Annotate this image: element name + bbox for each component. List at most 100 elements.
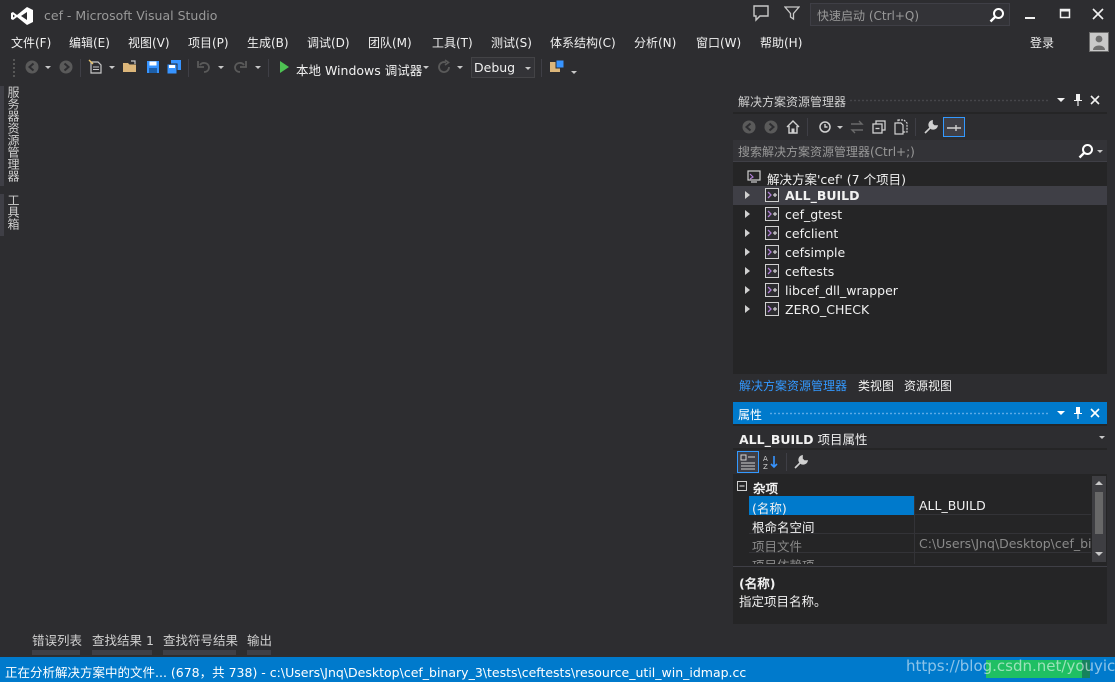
- tree-item-zero-check[interactable]: ZERO_CHECK: [733, 300, 1107, 319]
- property-row-project-file[interactable]: 项目文件 C:\Users\Jnq\Desktop\cef_bin: [749, 534, 1091, 554]
- menu-file[interactable]: 文件(F): [11, 34, 51, 51]
- menu-help[interactable]: 帮助(H): [760, 34, 802, 51]
- column-splitter[interactable]: [914, 496, 915, 515]
- tree-item-all-build[interactable]: ALL_BUILD: [733, 186, 1107, 205]
- filter-dropdown-arrow[interactable]: [837, 126, 843, 129]
- window-position-dropdown-icon[interactable]: [1057, 411, 1065, 415]
- property-value[interactable]: C:\Users\Jnq\Desktop\cef_bin: [919, 536, 1091, 551]
- account-avatar-icon[interactable]: [1089, 32, 1109, 52]
- menu-debug[interactable]: 调试(D): [307, 34, 350, 51]
- menu-tools[interactable]: 工具(T): [432, 34, 473, 51]
- expand-arrow-icon[interactable]: [745, 267, 750, 275]
- property-value[interactable]: ALL_BUILD: [919, 498, 1091, 513]
- menu-build[interactable]: 生成(B): [247, 34, 289, 51]
- minimize-button[interactable]: [1019, 4, 1041, 24]
- refresh-icon[interactable]: [436, 59, 452, 75]
- pin-icon[interactable]: [1071, 406, 1085, 420]
- forward-icon[interactable]: [763, 119, 779, 135]
- back-dropdown-arrow[interactable]: [45, 66, 51, 69]
- undo-icon[interactable]: [196, 59, 212, 75]
- notification-flag-icon[interactable]: [752, 4, 770, 22]
- close-panel-icon[interactable]: [1088, 406, 1102, 420]
- solution-root-node[interactable]: 解决方案'cef' (7 个项目): [733, 167, 1107, 187]
- undo-dropdown-arrow[interactable]: [218, 66, 224, 69]
- menu-architecture[interactable]: 体系结构(C): [550, 34, 616, 51]
- close-button[interactable]: [1087, 4, 1109, 24]
- properties-object-selector[interactable]: ALL_BUILD 项目属性: [733, 426, 1107, 448]
- scrollbar-thumb[interactable]: [1095, 492, 1103, 534]
- tab-server-explorer[interactable]: 服务器资源管理器: [6, 86, 22, 182]
- scroll-up-arrow[interactable]: [1095, 481, 1103, 485]
- expand-arrow-icon[interactable]: [745, 305, 750, 313]
- categorized-button[interactable]: [737, 451, 759, 473]
- collapse-category-icon[interactable]: [737, 481, 747, 491]
- new-project-icon[interactable]: [88, 59, 104, 75]
- menu-team[interactable]: 团队(M): [368, 34, 412, 51]
- navigate-back-icon[interactable]: [24, 59, 40, 75]
- toolbar-grip[interactable]: [12, 58, 16, 78]
- solution-explorer-search-input[interactable]: 搜索解决方案资源管理器(Ctrl+;): [733, 140, 1107, 162]
- expand-arrow-icon[interactable]: [745, 191, 750, 199]
- preview-selected-items-button[interactable]: [943, 117, 965, 137]
- solution-configuration-dropdown[interactable]: Debug: [471, 57, 535, 78]
- menu-view[interactable]: 视图(V): [128, 34, 170, 51]
- menu-test[interactable]: 测试(S): [491, 34, 532, 51]
- redo-icon[interactable]: [232, 59, 248, 75]
- collapse-all-icon[interactable]: [871, 119, 887, 135]
- close-panel-icon[interactable]: [1088, 93, 1102, 107]
- tab-find-results-1[interactable]: 查找结果 1: [92, 630, 154, 649]
- sync-active-document-icon[interactable]: [849, 119, 865, 135]
- column-splitter[interactable]: [914, 515, 915, 534]
- start-debugging-play-icon[interactable]: [276, 59, 292, 75]
- menu-project[interactable]: 项目(P): [188, 34, 229, 51]
- expand-arrow-icon[interactable]: [745, 286, 750, 294]
- category-row[interactable]: 杂项: [733, 476, 1091, 496]
- tab-output[interactable]: 输出: [247, 630, 272, 649]
- column-splitter[interactable]: [914, 534, 915, 553]
- find-in-files-icon[interactable]: [549, 59, 565, 75]
- window-position-dropdown-icon[interactable]: [1057, 98, 1065, 102]
- alphabetical-sort-icon[interactable]: A Z: [762, 453, 780, 471]
- scroll-down-arrow[interactable]: [1095, 552, 1103, 556]
- menu-window[interactable]: 窗口(W): [696, 34, 741, 51]
- maximize-button[interactable]: [1054, 4, 1076, 24]
- tab-resource-view[interactable]: 资源视图: [904, 377, 952, 394]
- property-row-name[interactable]: (名称) ALL_BUILD: [749, 496, 1091, 516]
- tab-find-symbol-results[interactable]: 查找符号结果: [163, 630, 238, 649]
- property-grid-scrollbar[interactable]: [1092, 476, 1106, 562]
- local-windows-debugger-label[interactable]: 本地 Windows 调试器: [296, 60, 422, 79]
- expand-arrow-icon[interactable]: [745, 229, 750, 237]
- open-folder-icon[interactable]: [122, 59, 138, 75]
- pending-changes-filter-icon[interactable]: [817, 119, 833, 135]
- property-row-root-namespace[interactable]: 根命名空间: [749, 515, 1091, 535]
- toolbar-overflow-arrow[interactable]: [571, 71, 577, 74]
- tab-toolbox[interactable]: 工具箱: [6, 194, 22, 230]
- column-splitter[interactable]: [914, 553, 915, 564]
- tree-item-ceftests[interactable]: ceftests: [733, 262, 1107, 281]
- expand-arrow-icon[interactable]: [745, 210, 750, 218]
- property-row-project-dependencies[interactable]: 项目依赖项: [749, 553, 1091, 564]
- sign-in-link[interactable]: 登录: [1030, 34, 1054, 51]
- search-options-dropdown-arrow[interactable]: [1097, 150, 1103, 153]
- pin-icon[interactable]: [1071, 93, 1085, 107]
- refresh-dropdown-arrow[interactable]: [457, 66, 463, 69]
- property-pages-wrench-icon[interactable]: [793, 454, 809, 470]
- save-icon[interactable]: [145, 59, 161, 75]
- tab-solution-explorer[interactable]: 解决方案资源管理器: [739, 377, 847, 394]
- quick-launch-input[interactable]: 快速启动 (Ctrl+Q): [810, 3, 1010, 26]
- expand-arrow-icon[interactable]: [745, 248, 750, 256]
- home-icon[interactable]: [785, 119, 801, 135]
- tab-class-view[interactable]: 类视图: [858, 377, 894, 394]
- tree-item-cef-gtest[interactable]: cef_gtest: [733, 205, 1107, 224]
- properties-wrench-icon[interactable]: [923, 119, 939, 135]
- tree-item-cefsimple[interactable]: cefsimple: [733, 243, 1107, 262]
- navigate-forward-icon[interactable]: [58, 59, 74, 75]
- save-all-icon[interactable]: [166, 59, 182, 75]
- new-item-dropdown-arrow[interactable]: [109, 66, 115, 69]
- menu-analyze[interactable]: 分析(N): [634, 34, 676, 51]
- menu-edit[interactable]: 编辑(E): [69, 34, 110, 51]
- feedback-filter-icon[interactable]: [784, 5, 800, 21]
- tree-item-cefclient[interactable]: cefclient: [733, 224, 1107, 243]
- tab-error-list[interactable]: 错误列表: [32, 630, 82, 649]
- debugger-dropdown-arrow[interactable]: [423, 66, 429, 69]
